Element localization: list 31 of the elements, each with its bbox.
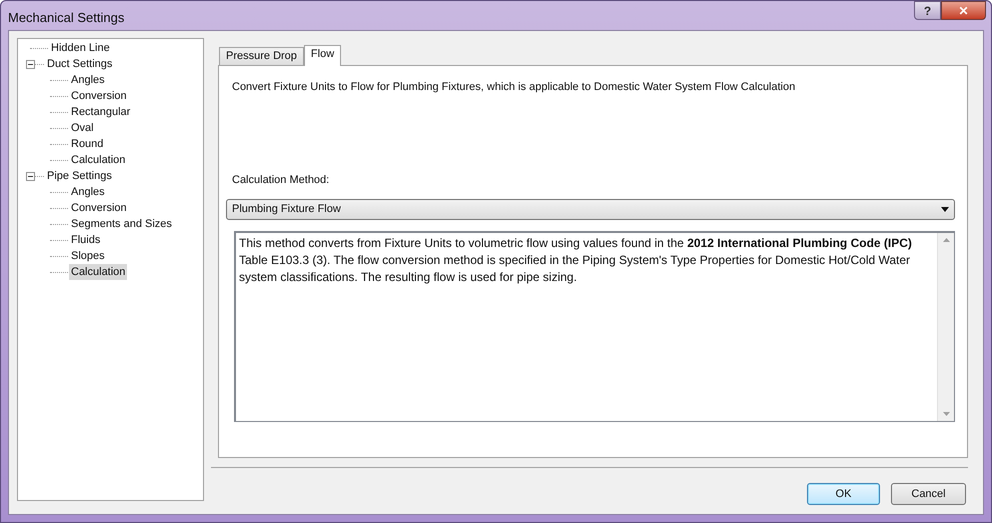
field-label: Calculation Method:	[232, 172, 330, 188]
tree-item[interactable]: Slopes	[69, 248, 107, 264]
tab[interactable]: Pressure Drop	[219, 47, 304, 65]
tree-item[interactable]: Fluids	[69, 232, 102, 248]
tree-item[interactable]: Duct Settings	[45, 56, 114, 72]
calculation-method-dropdown[interactable]: Plumbing Fixture Flow	[226, 199, 955, 220]
tree-item[interactable]: Pipe Settings	[45, 168, 114, 184]
expander-icon[interactable]	[26, 60, 35, 68]
expander-icon[interactable]	[26, 172, 35, 180]
tree-item[interactable]: Rectangular	[69, 104, 132, 120]
scroll-up-icon[interactable]	[942, 238, 950, 242]
tree-item[interactable]: Segments and Sizes	[69, 216, 174, 232]
tree-item[interactable]: Angles	[69, 72, 107, 88]
ok-button[interactable]: OK	[807, 483, 880, 505]
scroll-down-icon[interactable]	[942, 412, 950, 416]
tree-item[interactable]: Round	[69, 136, 106, 152]
cancel-button[interactable]: Cancel	[891, 483, 966, 505]
tree-item[interactable]: Calculation	[69, 264, 128, 280]
tree-item[interactable]: Conversion	[69, 200, 129, 216]
tab[interactable]: Flow	[304, 45, 342, 66]
tree-item[interactable]: Oval	[69, 120, 96, 136]
tree-item[interactable]: Angles	[69, 184, 107, 200]
dropdown-arrow-icon	[941, 207, 949, 212]
description-text: Convert Fixture Units to Flow for Plumbing Fixtures, which is applicable to Domestic Water System Flow Calculation	[232, 80, 796, 95]
tree-item[interactable]: Hidden Line	[49, 40, 112, 56]
tree-item[interactable]: Calculation	[69, 152, 128, 168]
tree-item[interactable]: Conversion	[69, 88, 129, 104]
method-description: This method converts from Fixture Units to volumetric flow using values found in the 2012 International Plumbing Code (IPC) Table E103.3 (3). The flow conversion method is specified in the Piping System's Type Properties for Domestic Hot/Cold Water system classifications. The resulting flow is used for pipe sizing.	[238, 235, 913, 286]
window-title: Mechanical Settings	[8, 9, 124, 27]
help-button[interactable]: ?	[914, 1, 941, 20]
scrollbar[interactable]	[937, 233, 954, 421]
